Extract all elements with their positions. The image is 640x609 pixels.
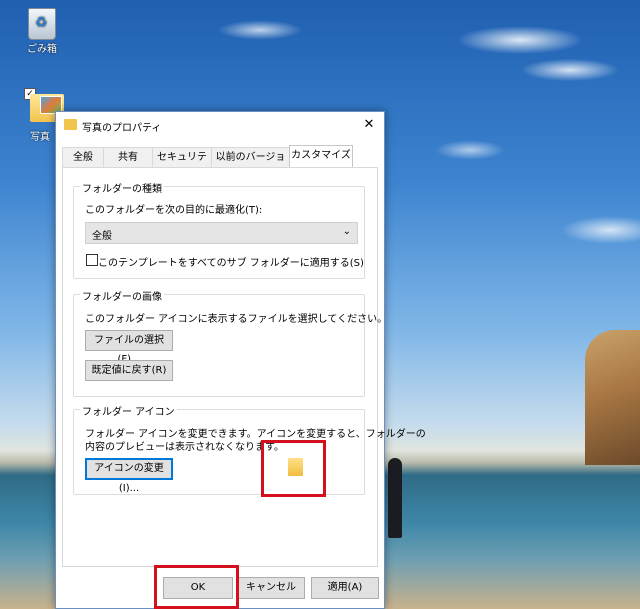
optimize-select[interactable]: 全般 ⌄ [85, 222, 358, 244]
close-icon: ✕ [363, 117, 375, 132]
tab-security[interactable]: セキュリティ [152, 147, 212, 182]
tab-previous-versions[interactable]: 以前のバージョン [211, 147, 290, 182]
cancel-button[interactable]: キャンセル [237, 577, 305, 599]
group-legend: フォルダーの画像 [80, 288, 164, 303]
close-button[interactable]: ✕ [360, 116, 378, 134]
desktop-icon-label: 写真 [30, 132, 50, 143]
tab-general[interactable]: 全般 [62, 147, 104, 167]
dialog-title: 写真のプロパティ [82, 123, 162, 134]
apply-subfolders-checkbox[interactable] [86, 254, 98, 266]
group-legend: フォルダー アイコン [80, 403, 177, 418]
folder-icon [64, 119, 77, 130]
rock-cliff [585, 330, 640, 465]
runner-silhouette [388, 458, 402, 538]
choose-file-button[interactable]: ファイルの選択(F)... [85, 330, 173, 365]
optimize-label: このフォルダーを次の目的に最適化(T): [85, 205, 263, 216]
folder-picture-description: このフォルダー アイコンに表示するファイルを選択してください。 [85, 314, 388, 325]
recycle-bin-icon: ♻ [28, 8, 56, 40]
restore-default-button[interactable]: 既定値に戻す(R) [85, 360, 173, 381]
desktop-icon-label: ごみ箱 [27, 44, 57, 55]
highlight-box-ok [154, 565, 239, 609]
desktop-icon-recycle-bin[interactable]: ♻ ごみ箱 [22, 8, 62, 55]
apply-subfolders-label: このテンプレートをすべてのサブ フォルダーに適用する(S) [98, 258, 364, 269]
apply-button[interactable]: 適用(A) [311, 577, 379, 599]
change-icon-button[interactable]: アイコンの変更(I)... [85, 458, 173, 494]
tab-customize[interactable]: カスタマイズ [289, 145, 353, 167]
select-value: 全般 [92, 231, 112, 242]
folder-icon-description-line2: 内容のプレビューは表示されなくなります。 [85, 442, 284, 453]
title-bar[interactable]: 写真のプロパティ ✕ [56, 112, 384, 138]
tab-sharing[interactable]: 共有 [103, 147, 153, 167]
highlight-box-preview [261, 440, 326, 497]
group-legend: フォルダーの種類 [80, 180, 164, 195]
tab-strip: 全般 共有 セキュリティ 以前のバージョン カスタマイズ [62, 145, 378, 182]
properties-dialog: 写真のプロパティ ✕ 全般 共有 セキュリティ 以前のバージョン カスタマイズ … [55, 111, 426, 609]
chevron-down-icon: ⌄ [342, 226, 351, 237]
